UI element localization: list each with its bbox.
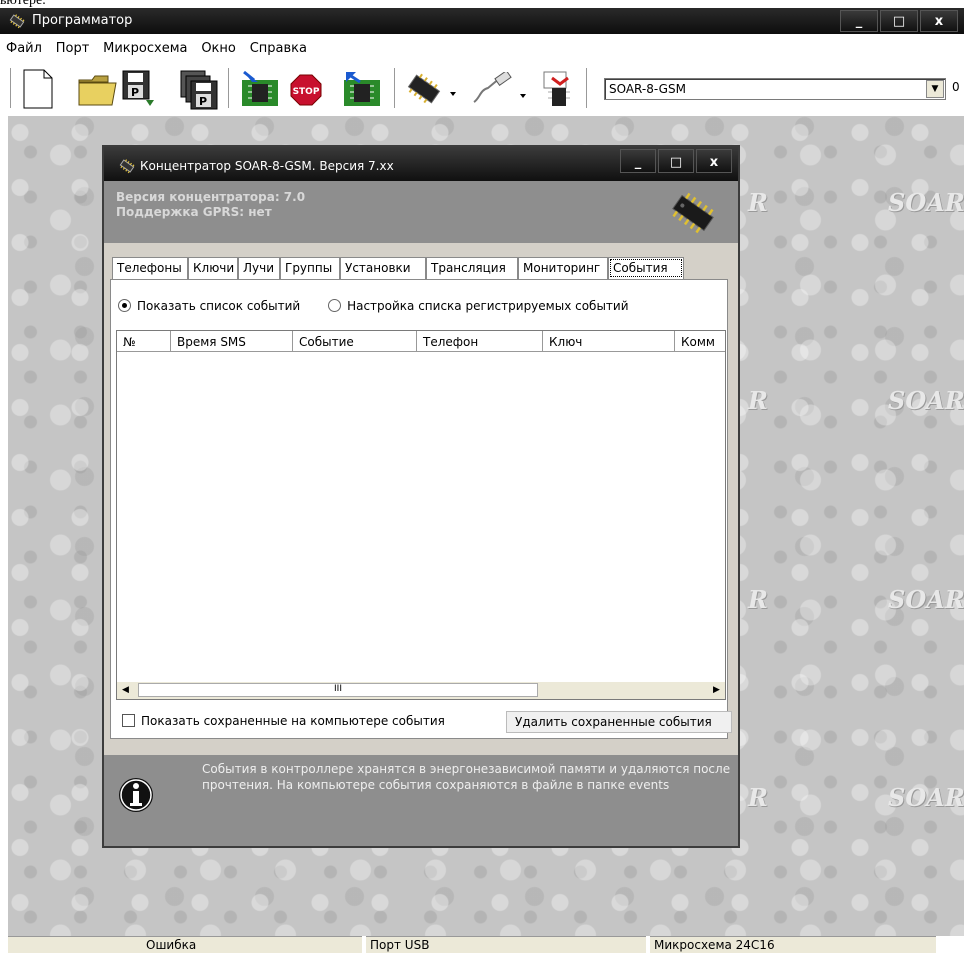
chip-info-icon[interactable] bbox=[540, 70, 576, 108]
maximize-button[interactable]: □ bbox=[880, 10, 918, 32]
scroll-left-icon[interactable]: ◀ bbox=[117, 682, 134, 699]
child-maximize-button[interactable]: □ bbox=[658, 149, 694, 173]
soar-watermark: SOAR bbox=[888, 783, 964, 812]
stop-icon[interactable]: STOP bbox=[290, 74, 322, 106]
radio-config-events[interactable]: Настройка списка регистрируемых событий bbox=[328, 299, 629, 313]
menu-chip[interactable]: Микросхема bbox=[97, 34, 191, 56]
gprs-support: Поддержка GPRS: нет bbox=[116, 205, 272, 219]
status-error: Ошибка bbox=[8, 936, 362, 953]
checkbox-icon bbox=[122, 714, 135, 727]
event-mode-radios: Показать список событий Настройка списка… bbox=[118, 299, 629, 313]
menu-file[interactable]: Файл bbox=[0, 34, 46, 56]
soar-watermark-fragment: R bbox=[748, 585, 768, 614]
tab-relay[interactable]: Трансляция bbox=[426, 257, 518, 279]
chip-app-icon bbox=[9, 14, 25, 29]
events-list[interactable]: № Время SMS Событие Телефон Ключ Комм ◀ … bbox=[116, 330, 726, 700]
chevron-down-icon[interactable]: ▼ bbox=[926, 80, 944, 98]
column-sms-time[interactable]: Время SMS bbox=[171, 331, 293, 351]
menu-help[interactable]: Справка bbox=[244, 34, 311, 56]
radio-show-events[interactable]: Показать список событий bbox=[118, 299, 300, 313]
horizontal-scrollbar[interactable]: ◀ III ▶ bbox=[117, 682, 725, 699]
child-close-button[interactable]: x bbox=[696, 149, 732, 173]
radio-selected-icon bbox=[118, 299, 131, 312]
events-list-header: № Время SMS Событие Телефон Ключ Комм bbox=[117, 331, 725, 352]
app-title-bar: Программатор _ □ x bbox=[0, 8, 964, 34]
save-all-icon[interactable]: P bbox=[180, 70, 220, 110]
scroll-right-icon[interactable]: ▶ bbox=[708, 682, 725, 699]
column-key[interactable]: Ключ bbox=[543, 331, 675, 351]
chip-select-icon[interactable] bbox=[404, 70, 456, 108]
device-select-value: SOAR-8-GSM bbox=[609, 82, 686, 96]
delete-saved-events-button[interactable]: Удалить сохраненные события bbox=[506, 711, 732, 733]
concentrator-window: Концентратор SOAR-8-GSM. Версия 7.xx _ □… bbox=[102, 145, 740, 848]
app-title: Программатор bbox=[32, 13, 133, 28]
tab-events[interactable]: События bbox=[608, 257, 684, 279]
tab-groups[interactable]: Группы bbox=[280, 257, 340, 279]
column-phone[interactable]: Телефон bbox=[417, 331, 543, 351]
chip-window-icon bbox=[119, 159, 135, 174]
status-chip: Микросхема 24C16 bbox=[650, 936, 936, 953]
status-port: Порт USB bbox=[366, 936, 646, 953]
radio-config-label: Настройка списка регистрируемых событий bbox=[347, 299, 629, 313]
save-disk-icon[interactable]: P bbox=[122, 70, 156, 108]
soar-watermark-fragment: R bbox=[748, 188, 768, 217]
concentrator-version: Версия концентратора: 7.0 bbox=[116, 190, 306, 204]
chip-icon bbox=[672, 192, 714, 234]
column-number[interactable]: № bbox=[117, 331, 171, 351]
minimize-button[interactable]: _ bbox=[840, 10, 878, 32]
toolbar-separator bbox=[10, 68, 14, 108]
child-title-bar: Концентратор SOAR-8-GSM. Версия 7.xx _ □… bbox=[104, 147, 738, 181]
port-select-icon[interactable] bbox=[470, 72, 528, 106]
device-info-header: Версия концентратора: 7.0 Поддержка GPRS… bbox=[104, 181, 738, 243]
close-button[interactable]: x bbox=[920, 10, 958, 32]
soar-watermark: SOAR bbox=[888, 188, 964, 217]
tab-monitoring[interactable]: Мониторинг bbox=[518, 257, 608, 279]
cropped-text-fragment: ьютере. bbox=[0, 0, 46, 8]
scroll-thumb[interactable]: III bbox=[138, 683, 538, 697]
toolbar-separator bbox=[394, 68, 398, 108]
toolbar-separator bbox=[228, 68, 232, 108]
new-file-icon[interactable] bbox=[22, 69, 54, 109]
read-chip-icon[interactable] bbox=[240, 70, 280, 108]
tab-settings[interactable]: Установки bbox=[340, 257, 426, 279]
soar-watermark: SOAR bbox=[888, 386, 964, 415]
stop-label: STOP bbox=[293, 87, 320, 97]
soar-watermark-fragment: R bbox=[748, 386, 768, 415]
column-event[interactable]: Событие bbox=[293, 331, 417, 351]
soar-watermark-fragment: R bbox=[748, 783, 768, 812]
soar-watermark: SOAR bbox=[888, 585, 964, 614]
tab-keys[interactable]: Ключи bbox=[188, 257, 238, 279]
device-select[interactable]: SOAR-8-GSM ▼ bbox=[604, 78, 946, 100]
child-window-title: Концентратор SOAR-8-GSM. Версия 7.xx bbox=[140, 159, 394, 173]
child-minimize-button[interactable]: _ bbox=[620, 149, 656, 173]
radio-unselected-icon bbox=[328, 299, 342, 312]
toolbar-extra-label: 0 bbox=[952, 80, 960, 94]
menu-window[interactable]: Окно bbox=[195, 34, 240, 56]
show-saved-label: Показать сохраненные на компьютере событ… bbox=[141, 714, 445, 728]
tab-zones[interactable]: Лучи bbox=[238, 257, 280, 279]
column-comment[interactable]: Комм bbox=[675, 331, 725, 351]
help-text: События в контроллере хранятся в энергон… bbox=[202, 762, 731, 792]
toolbar-separator bbox=[586, 68, 590, 108]
menu-port[interactable]: Порт bbox=[50, 34, 94, 56]
help-panel: События в контроллере хранятся в энергон… bbox=[104, 755, 738, 846]
write-chip-icon[interactable] bbox=[342, 70, 382, 108]
status-bar: Ошибка Порт USB Микросхема 24C16 bbox=[0, 936, 964, 953]
open-folder-icon[interactable] bbox=[78, 74, 118, 106]
radio-show-label: Показать список событий bbox=[137, 299, 301, 313]
info-icon bbox=[119, 778, 153, 812]
tab-phones[interactable]: Телефоны bbox=[112, 257, 188, 279]
svg-text:P: P bbox=[199, 95, 207, 108]
menu-bar: Файл Порт Микросхема Окно Справка bbox=[0, 34, 964, 62]
show-saved-events[interactable]: Показать сохраненные на компьютере событ… bbox=[122, 714, 445, 728]
svg-text:P: P bbox=[131, 86, 139, 99]
